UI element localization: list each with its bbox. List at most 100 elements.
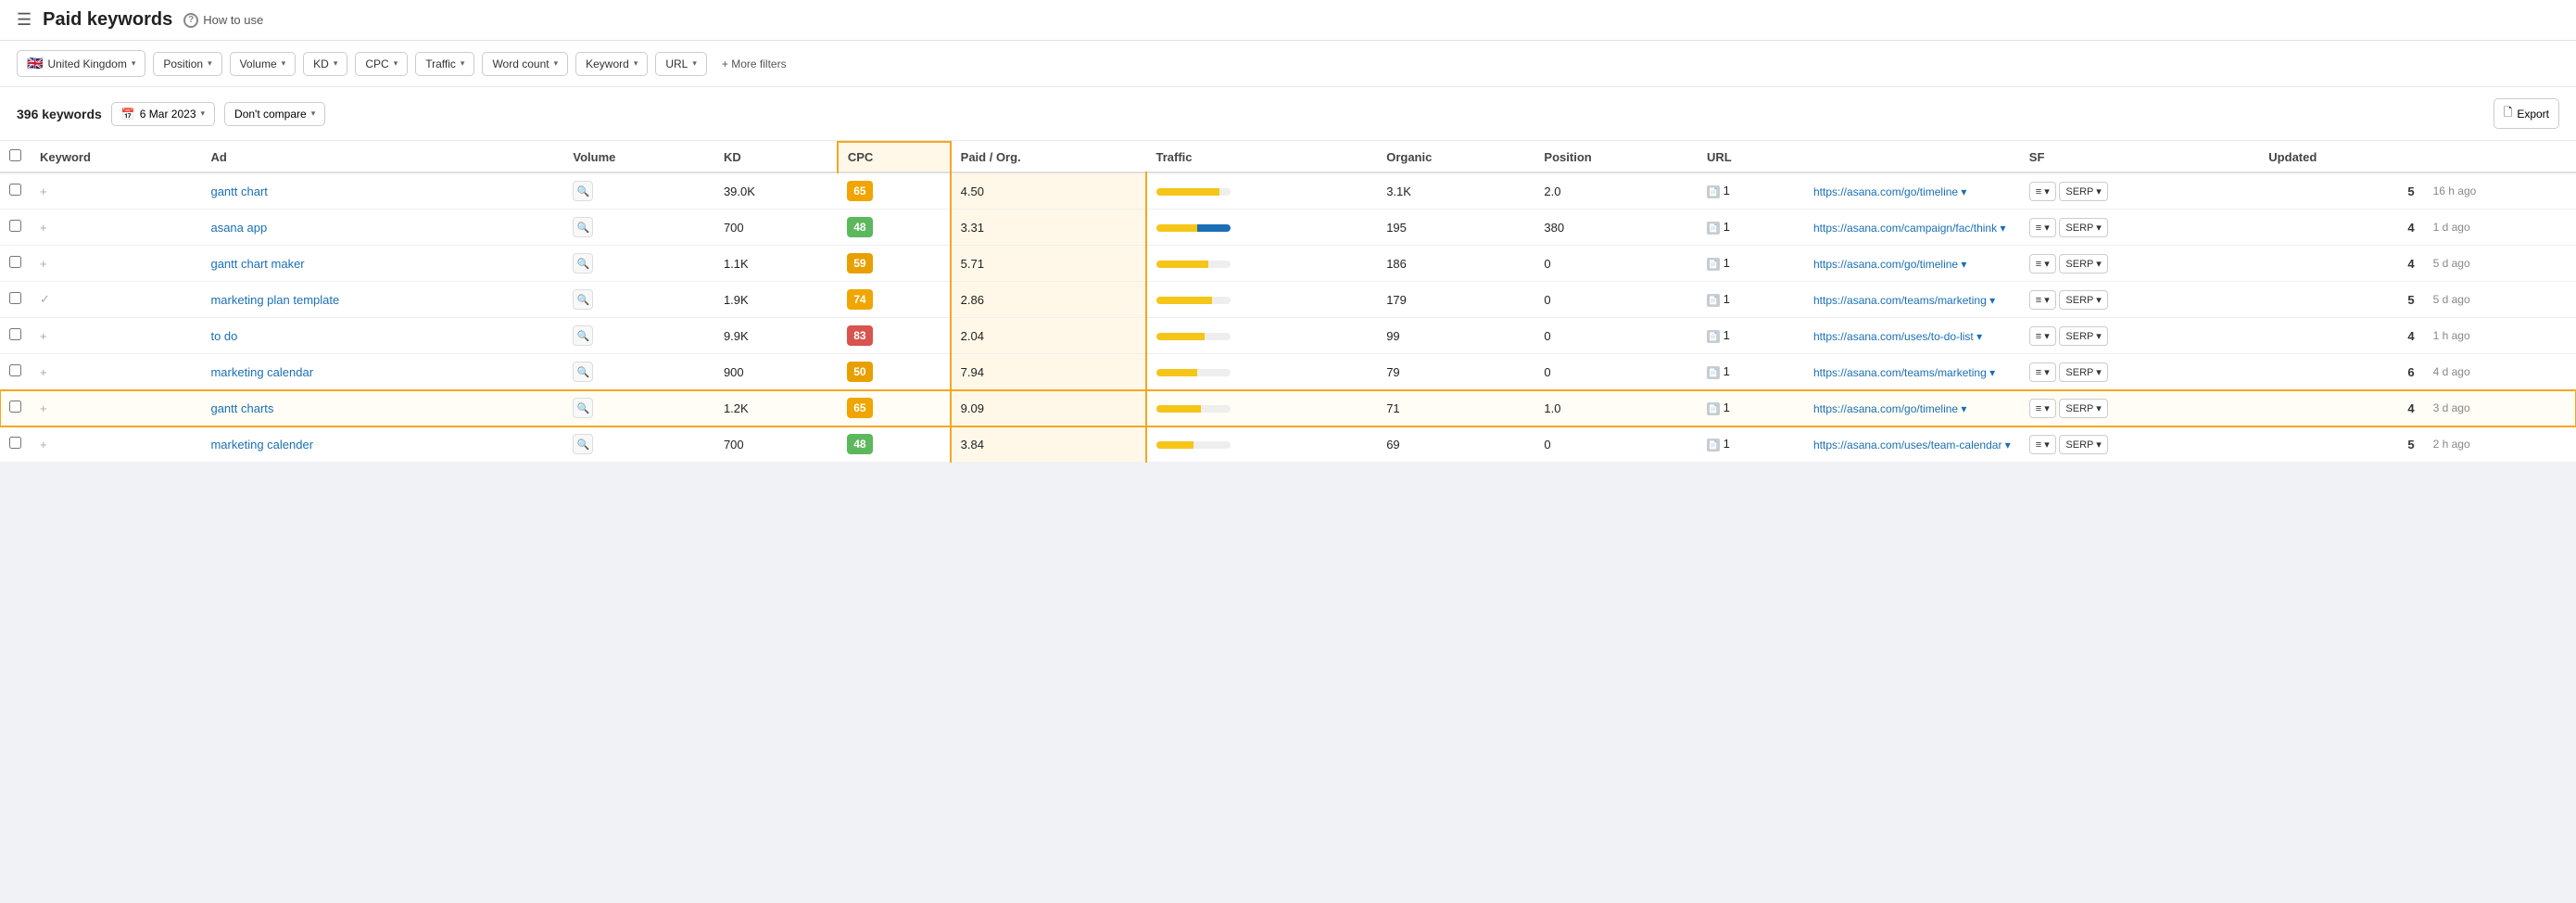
sf-cell: 4: [2259, 390, 2423, 426]
country-filter[interactable]: 🇬🇧 United Kingdom ▾: [17, 50, 145, 77]
serp-button[interactable]: SERP ▾: [2059, 326, 2107, 346]
serp-button[interactable]: SERP ▾: [2059, 290, 2107, 310]
position-value: 1: [1724, 256, 1730, 270]
url-link[interactable]: https://asana.com/teams/marketing ▾: [1813, 294, 1995, 307]
kd-badge: 65: [847, 398, 873, 418]
serp-button[interactable]: SERP ▾: [2059, 399, 2107, 418]
traffic-filter[interactable]: Traffic ▾: [415, 52, 474, 76]
position-value: 1: [1724, 364, 1730, 378]
keyword-link[interactable]: gantt charts: [210, 401, 273, 415]
search-icon-btn[interactable]: 🔍: [573, 434, 593, 454]
url-link[interactable]: https://asana.com/campaign/fac/think ▾: [1813, 222, 2005, 235]
cpc-cell: 9.09: [951, 390, 1147, 426]
position-filter[interactable]: Position ▾: [153, 52, 221, 76]
updated-cell: 1 d ago: [2424, 210, 2576, 246]
keyword-link[interactable]: marketing calender: [210, 438, 313, 452]
row-checkbox[interactable]: [9, 292, 21, 304]
keyword-link[interactable]: asana app: [210, 221, 267, 235]
chevron-down-icon: ▾: [201, 108, 206, 119]
ad-cell: 🔍: [563, 210, 714, 246]
keyword-link[interactable]: to do: [210, 329, 237, 343]
search-icon-btn[interactable]: 🔍: [573, 289, 593, 310]
volume-filter[interactable]: Volume ▾: [230, 52, 297, 76]
more-filters-button[interactable]: + More filters: [714, 53, 794, 75]
country-flag: 🇬🇧: [27, 56, 43, 71]
add-cell: +: [31, 426, 201, 463]
kd-filter[interactable]: KD ▾: [303, 52, 347, 76]
export-button[interactable]: 🗋 Export: [2494, 98, 2559, 129]
position-cell: 📄 1: [1698, 390, 1804, 426]
actions-button[interactable]: ≡ ▾: [2029, 435, 2056, 454]
row-checkbox[interactable]: [9, 256, 21, 268]
url-link[interactable]: https://asana.com/go/timeline ▾: [1813, 258, 1966, 271]
paid-org-cell: [1146, 210, 1377, 246]
serp-button[interactable]: SERP ▾: [2059, 218, 2107, 237]
cpc-filter[interactable]: CPC ▾: [355, 52, 408, 76]
url-link[interactable]: https://asana.com/go/timeline ▾: [1813, 402, 1966, 415]
keyword-filter[interactable]: Keyword ▾: [575, 52, 648, 76]
chevron-down-icon: ▾: [208, 58, 212, 69]
page-title: Paid keywords: [43, 9, 172, 31]
search-icon-btn[interactable]: 🔍: [573, 253, 593, 273]
search-icon-btn[interactable]: 🔍: [573, 325, 593, 346]
serp-button[interactable]: SERP ▾: [2059, 182, 2107, 201]
compare-button[interactable]: Don't compare ▾: [224, 102, 325, 126]
url-link[interactable]: https://asana.com/teams/marketing ▾: [1813, 366, 1995, 379]
paid-org-cell: [1146, 282, 1377, 318]
search-icon-btn[interactable]: 🔍: [573, 398, 593, 418]
actions-button[interactable]: ≡ ▾: [2029, 326, 2056, 346]
row-checkbox[interactable]: [9, 220, 21, 232]
organic-cell: 0: [1534, 426, 1698, 463]
url-link[interactable]: https://asana.com/uses/to-do-list ▾: [1813, 330, 1982, 343]
row-checkbox[interactable]: [9, 437, 21, 449]
actions-button[interactable]: ≡ ▾: [2029, 399, 2056, 418]
keyword-link[interactable]: gantt chart: [210, 184, 267, 198]
url-link[interactable]: https://asana.com/uses/team-calendar ▾: [1813, 439, 2011, 452]
actions-button[interactable]: ≡ ▾: [2029, 362, 2056, 382]
row-checkbox[interactable]: [9, 401, 21, 413]
date-picker-button[interactable]: 📅 6 Mar 2023 ▾: [111, 102, 215, 126]
organic-col-header: Organic: [1377, 142, 1534, 172]
ad-cell: 🔍: [563, 318, 714, 354]
kd-cell: 74: [838, 282, 951, 318]
chevron-down-icon: ▾: [394, 58, 398, 69]
serp-button[interactable]: SERP ▾: [2059, 435, 2107, 454]
url-link[interactable]: https://asana.com/go/timeline ▾: [1813, 185, 1966, 198]
row-checkbox[interactable]: [9, 364, 21, 376]
serp-button[interactable]: SERP ▾: [2059, 254, 2107, 273]
search-icon-btn[interactable]: 🔍: [573, 181, 593, 201]
table-row: + gantt chart 🔍 39.0K 65 4.50 3.1K 2.0 📄…: [0, 172, 2576, 210]
page-icon: 📄: [1707, 330, 1720, 343]
keyword-link[interactable]: marketing calendar: [210, 365, 313, 379]
row-checkbox[interactable]: [9, 328, 21, 340]
date-label: 6 Mar 2023: [140, 108, 196, 121]
table-row: + marketing calender 🔍 700 48 3.84 69 0 …: [0, 426, 2576, 463]
menu-icon[interactable]: ☰: [17, 10, 32, 30]
keyword-link[interactable]: marketing plan template: [210, 293, 339, 307]
url-filter[interactable]: URL ▾: [655, 52, 707, 76]
updated-cell: 5 d ago: [2424, 282, 2576, 318]
paid-org-cell: [1146, 318, 1377, 354]
serp-button[interactable]: SERP ▾: [2059, 362, 2107, 382]
add-cell: ✓: [31, 282, 201, 318]
kd-cell: 65: [838, 172, 951, 210]
position-cell: 📄 1: [1698, 318, 1804, 354]
keyword-link[interactable]: gantt chart maker: [210, 257, 304, 271]
select-all-checkbox[interactable]: [9, 149, 21, 161]
search-icon-btn[interactable]: 🔍: [573, 217, 593, 237]
actions-button[interactable]: ≡ ▾: [2029, 218, 2056, 237]
chevron-down-icon: ▾: [282, 58, 286, 69]
actions-button[interactable]: ≡ ▾: [2029, 254, 2056, 273]
traffic-cell: 195: [1377, 210, 1534, 246]
page-icon: 📄: [1707, 439, 1720, 452]
actions-button[interactable]: ≡ ▾: [2029, 182, 2056, 201]
how-to-use-link[interactable]: ? How to use: [183, 13, 263, 28]
table-row: + gantt chart maker 🔍 1.1K 59 5.71 186 0…: [0, 246, 2576, 282]
word-count-filter[interactable]: Word count ▾: [482, 52, 568, 76]
row-checkbox[interactable]: [9, 184, 21, 196]
checkbox-cell: [0, 172, 31, 210]
page-icon: 📄: [1707, 185, 1720, 198]
actions-button[interactable]: ≡ ▾: [2029, 290, 2056, 310]
search-icon-btn[interactable]: 🔍: [573, 362, 593, 382]
checkbox-cell: [0, 426, 31, 463]
